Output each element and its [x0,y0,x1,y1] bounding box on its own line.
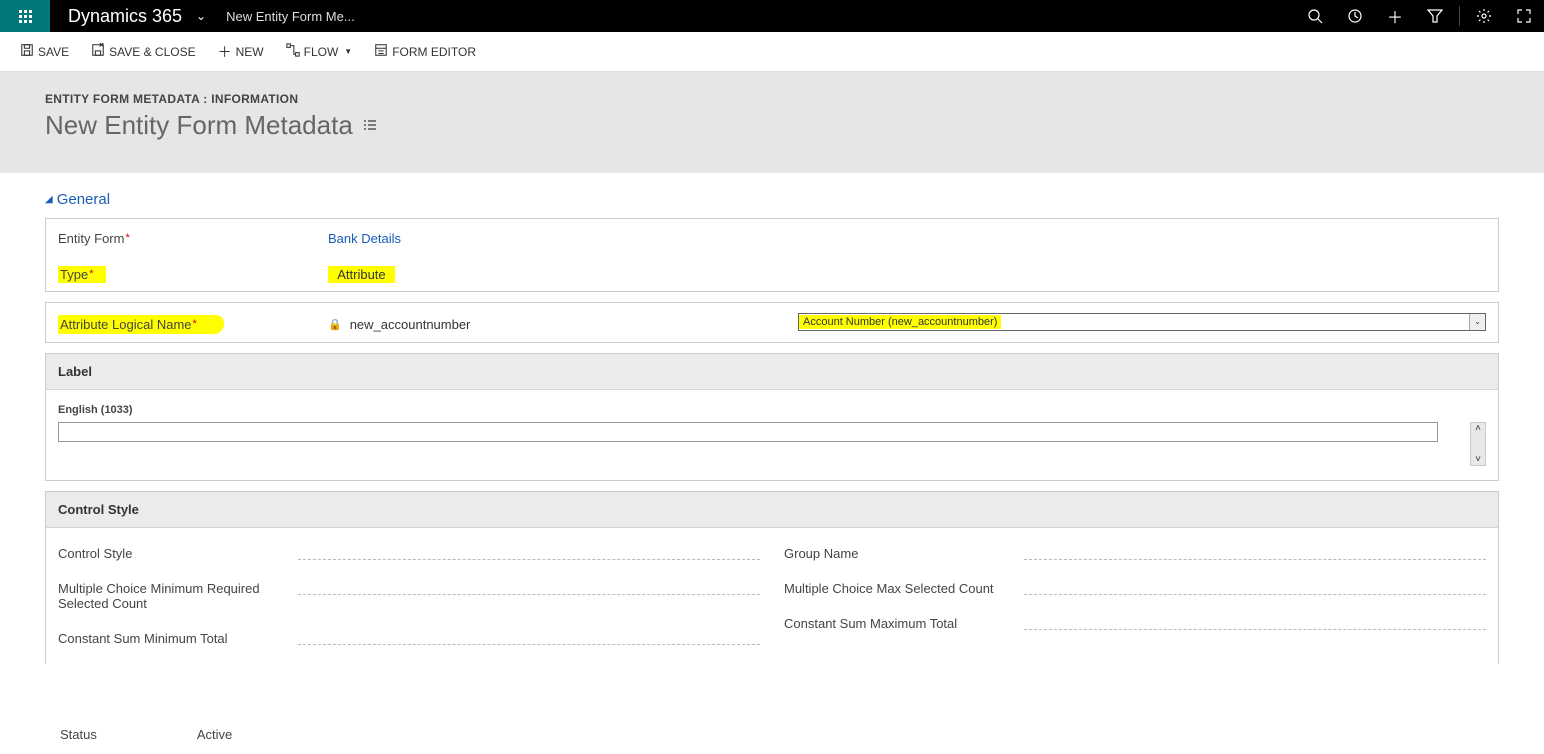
record-title: New Entity Form Metadata [45,110,1499,141]
form-header: ENTITY FORM METADATA : INFORMATION New E… [0,72,1544,173]
label-section-header: Label [46,354,1498,390]
mc-max-label: Multiple Choice Max Selected Count [784,581,1024,596]
filter-icon[interactable] [1415,0,1455,32]
flow-icon [286,43,300,60]
recent-icon[interactable] [1335,0,1375,32]
scroll-arrows[interactable]: ˄ ˅ [1470,422,1486,466]
group-name-input[interactable] [1024,546,1486,560]
scroll-up-icon[interactable]: ˄ [1475,423,1481,434]
search-icon[interactable] [1295,0,1335,32]
mc-min-label: Multiple Choice Minimum Required Selecte… [58,581,298,611]
waffle-icon [19,10,32,23]
save-button[interactable]: SAVE [20,43,69,60]
global-nav-bar: Dynamics 365 ⌄ New Entity Form Me... ＋ [0,0,1544,32]
plus-icon: ＋ [218,42,232,62]
attr-logical-name-value: 🔒 new_accountnumber [328,313,798,332]
app-title: Dynamics 365 [68,6,182,27]
attribute-picker-select[interactable]: Account Number (new_accountnumber) ⌄ [798,313,1486,331]
entity-form-link[interactable]: Bank Details [328,231,401,246]
cs-max-label: Constant Sum Maximum Total [784,616,1024,631]
chevron-down-icon[interactable]: ⌄ [1469,314,1485,330]
mc-max-input[interactable] [1024,581,1486,595]
cs-max-input[interactable] [1024,616,1486,630]
breadcrumb[interactable]: New Entity Form Me... [226,9,355,24]
english-label-input[interactable] [58,422,1438,442]
label-panel: Label English (1033) ˄ ˅ [45,353,1499,481]
save-close-button[interactable]: SAVE & CLOSE [91,43,195,60]
command-bar: SAVE SAVE & CLOSE ＋ NEW FLOW ▼ FORM EDIT… [0,32,1544,72]
attribute-panel: Attribute Logical Name* 🔒 new_accountnum… [45,302,1499,343]
flow-label: FLOW [304,45,339,59]
chevron-down-icon: ▼ [344,47,352,56]
lock-icon: 🔒 [328,318,342,331]
nav-chevron-icon[interactable]: ⌄ [196,9,206,23]
cs-min-label: Constant Sum Minimum Total [58,631,298,646]
entity-form-label: Entity Form* [58,227,328,246]
english-label: English (1033) [58,404,1486,416]
general-panel: Entity Form* Bank Details Type* Attribut… [45,218,1499,292]
status-label: Status [60,727,97,742]
app-launcher-button[interactable] [0,0,50,32]
mc-min-input[interactable] [298,581,760,595]
control-style-label: Control Style [58,546,298,561]
attr-logical-name-label: Attribute Logical Name* [58,311,328,334]
record-title-text: New Entity Form Metadata [45,110,353,141]
save-icon [20,43,34,60]
section-general-label: General [57,191,110,208]
status-bar: Status Active [0,715,1544,754]
new-label: NEW [236,45,264,59]
control-style-section-header: Control Style [46,492,1498,528]
section-general-title[interactable]: ◢ General [45,191,1499,208]
save-close-label: SAVE & CLOSE [109,45,195,59]
flow-button[interactable]: FLOW ▼ [286,43,353,60]
new-button[interactable]: ＋ NEW [218,42,264,62]
attribute-picker-value: Account Number (new_accountnumber) [799,315,1001,329]
status-value: Active [197,727,232,742]
record-menu-icon[interactable] [363,118,377,134]
save-label: SAVE [38,45,69,59]
control-style-input[interactable] [298,546,760,560]
type-value[interactable]: Attribute [328,262,1486,283]
form-editor-icon [374,43,388,60]
group-name-label: Group Name [784,546,1024,561]
fullscreen-icon[interactable] [1504,0,1544,32]
new-icon[interactable]: ＋ [1375,0,1415,32]
form-editor-label: FORM EDITOR [392,45,476,59]
entity-info-line: ENTITY FORM METADATA : INFORMATION [45,92,1499,106]
type-label: Type* [58,262,328,283]
cs-min-input[interactable] [298,631,760,645]
form-body: ◢ General Entity Form* Bank Details Type… [0,173,1544,692]
control-style-panel: Control Style Control Style Multiple Cho… [45,491,1499,664]
collapse-icon: ◢ [45,194,53,205]
settings-gear-icon[interactable] [1464,0,1504,32]
form-editor-button[interactable]: FORM EDITOR [374,43,476,60]
save-close-icon [91,43,105,60]
scroll-down-icon[interactable]: ˅ [1475,454,1481,465]
